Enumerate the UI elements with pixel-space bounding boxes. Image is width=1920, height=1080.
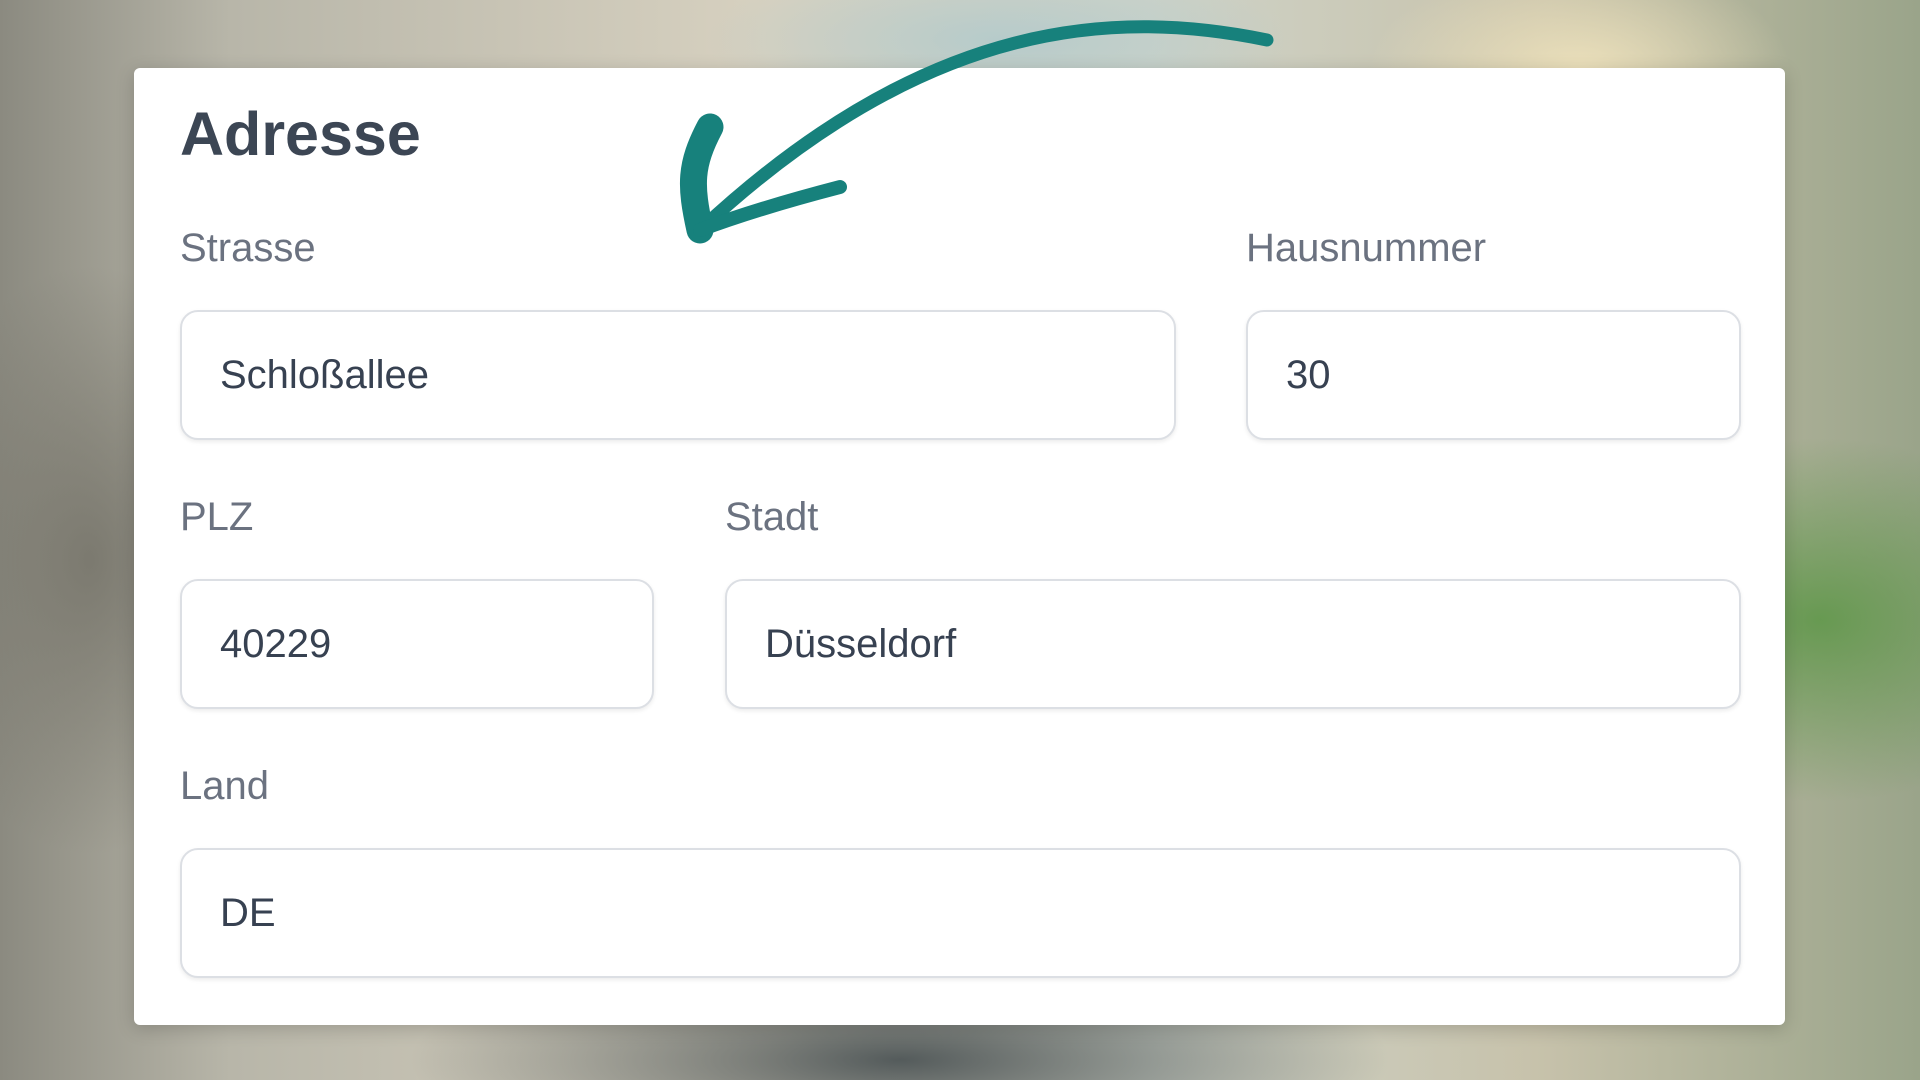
house-number-label: Hausnummer (1246, 226, 1487, 270)
city-input[interactable] (725, 579, 1741, 709)
curved-arrow-icon (680, 20, 1274, 244)
street-label: Strasse (180, 226, 316, 270)
country-input[interactable] (180, 848, 1741, 978)
house-number-input[interactable] (1246, 310, 1741, 440)
form-title: Adresse (180, 100, 421, 168)
country-label: Land (180, 764, 269, 808)
street-input[interactable] (180, 310, 1176, 440)
zip-input[interactable] (180, 579, 654, 709)
city-label: Stadt (725, 495, 819, 539)
zip-label: PLZ (180, 495, 254, 539)
